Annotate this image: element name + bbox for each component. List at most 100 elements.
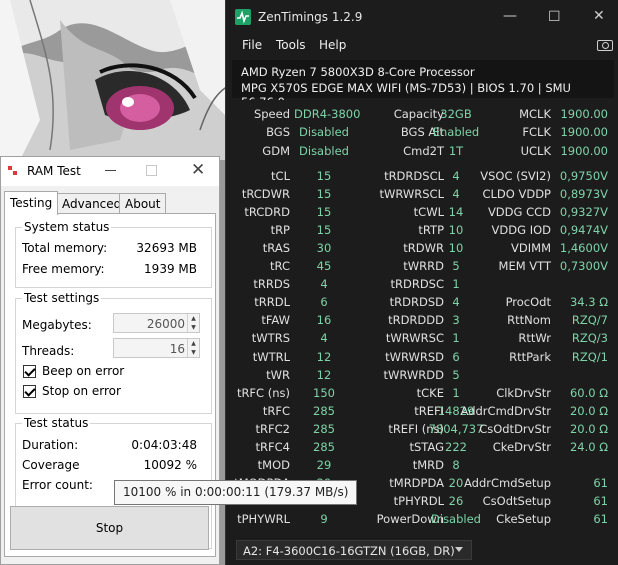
- minimize-icon[interactable]: [105, 170, 116, 171]
- timings-label-l1: tWR: [266, 367, 290, 382]
- total-memory-value: 32693 MB: [136, 241, 197, 255]
- menu-help[interactable]: Help: [319, 38, 346, 52]
- timings-value-v3: 20.0 Ω: [569, 421, 608, 436]
- timings-label-l3: CsOdtSetup: [482, 493, 551, 508]
- dimm-select-value: A2: F4-3600C16-16GTZN (16GB, DR): [243, 544, 455, 558]
- timings-label-l1: tRP: [270, 223, 290, 238]
- timings-value-v2: 7804,737: [428, 421, 484, 436]
- timings-value-v1: 30: [316, 241, 332, 256]
- timings-label-l1: tWTRS: [251, 331, 290, 346]
- stop-button[interactable]: Stop: [10, 506, 209, 550]
- timings-label-l1: tRFC2: [255, 421, 290, 436]
- stop-on-error-checkbox[interactable]: [23, 385, 36, 398]
- timings-label-l3: RttPark: [509, 349, 551, 364]
- tab-about[interactable]: About: [119, 193, 167, 214]
- timings-value-v1: 12: [316, 349, 332, 364]
- threads-value: 16: [169, 342, 185, 356]
- timings-value-v3: 0,8973V: [559, 187, 608, 202]
- timings-value-v2: 4: [452, 295, 460, 310]
- timings-label-l3: ClkDrvStr: [496, 385, 551, 400]
- minimize-icon[interactable]: —: [503, 8, 517, 24]
- error-count-label: Error count:: [22, 478, 93, 492]
- timings-label-l3: CLDO VDDP: [482, 187, 551, 202]
- timings-value-v2: 10: [448, 241, 464, 256]
- timings-value-v2: 26: [448, 493, 464, 508]
- screenshot-camera-icon[interactable]: [597, 40, 613, 51]
- top-label-l3: UCLK: [520, 143, 551, 158]
- timings-value-v3: RZQ/3: [571, 331, 608, 346]
- timings-value-v3: 60.0 Ω: [569, 385, 608, 400]
- system-status-group: System status: [15, 220, 212, 288]
- zentimings-title: ZenTimings 1.2.9: [258, 10, 363, 24]
- timings-value-v3: 0,9474V: [559, 223, 608, 238]
- tab-advanced[interactable]: Advanced: [56, 193, 128, 214]
- spin-down-icon[interactable]: ▼: [188, 323, 199, 332]
- maximize-icon[interactable]: [146, 165, 157, 176]
- system-info-panel: AMD Ryzen 7 5800X3D 8-Core Processor MPG…: [232, 60, 614, 109]
- timings-label-l1: tRRDS: [253, 277, 290, 292]
- top-value-v3: 1900.00: [560, 125, 608, 140]
- free-memory-value: 1939 MB: [144, 262, 197, 276]
- zentimings-logo-icon: [235, 9, 251, 25]
- close-icon[interactable]: ✕: [593, 8, 605, 24]
- timings-value-v3: 34.3 Ω: [569, 295, 608, 310]
- timings-label-l3: AddrCmdDrvStr: [460, 403, 551, 418]
- timings-label-l1: tMOD: [257, 457, 290, 472]
- system-status-title: System status: [22, 220, 112, 234]
- timings-label-l3: MEM VTT: [498, 259, 551, 274]
- megabytes-spin-arrows[interactable]: ▲ ▼: [187, 314, 199, 332]
- timings-value-v1: 45: [316, 259, 332, 274]
- duration-label: Duration:: [22, 438, 79, 452]
- timings-value-v1: 285: [313, 439, 335, 454]
- zentimings-titlebar[interactable]: ZenTimings 1.2.9 — ☐ ✕: [226, 0, 618, 34]
- timings-label-l1: tPHYWRL: [237, 511, 290, 526]
- timings-value-v2: 4: [452, 169, 460, 183]
- timings-value-v3: 0,9750V: [559, 169, 608, 183]
- timings-label-l3: VDIMM: [511, 241, 551, 256]
- beep-on-error-checkbox[interactable]: [23, 365, 36, 378]
- duration-value: 0:04:03:48: [131, 438, 197, 452]
- timings-label-l3: RttNom: [507, 313, 551, 328]
- top-label-l1: BGS: [266, 125, 290, 140]
- timings-grid: Speed DDR4-3800 Capacity 32GB MCLK 1900.00 BGS…: [232, 100, 614, 532]
- timings-value-v2: 8: [452, 457, 460, 472]
- timings-label-l1: tRFC (ns): [236, 385, 290, 400]
- menu-tools[interactable]: Tools: [276, 38, 306, 52]
- timings-value-v3: 61: [593, 475, 608, 490]
- timings-label-l1: tRCDRD: [244, 205, 290, 220]
- close-icon[interactable]: ✕: [191, 160, 205, 180]
- megabytes-label: Megabytes:: [22, 318, 92, 332]
- menu-file[interactable]: File: [242, 38, 262, 52]
- test-status-title: Test status: [22, 416, 91, 430]
- total-memory-label: Total memory:: [22, 241, 108, 255]
- timings-value-v1: 29: [316, 457, 332, 472]
- threads-stepper[interactable]: 16 ▲ ▼: [113, 338, 200, 358]
- chevron-down-icon: [455, 547, 463, 552]
- maximize-icon[interactable]: ☐: [548, 9, 561, 25]
- top-label-l3: FCLK: [522, 125, 551, 140]
- spin-up-icon[interactable]: ▲: [188, 339, 199, 348]
- timings-value-v2: 222: [445, 439, 467, 454]
- timings-label-l1: tRC: [270, 259, 290, 274]
- threads-label: Threads:: [22, 344, 75, 358]
- spin-up-icon[interactable]: ▲: [188, 314, 199, 323]
- timings-label-l1: tRAS: [262, 241, 290, 256]
- timings-value-v3: 61: [593, 493, 608, 508]
- timings-value-v3: 61: [593, 511, 608, 526]
- timings-label-l3: CsOdtDrvStr: [479, 421, 551, 436]
- tab-testing[interactable]: Testing: [4, 191, 59, 215]
- timings-label-l3: VDDG CCD: [487, 205, 551, 220]
- coverage-label: Coverage: [22, 458, 80, 472]
- timings-value-v3: 24.0 Ω: [569, 439, 608, 454]
- top-label-l1: GDM: [262, 143, 290, 158]
- timings-value-v1: 16: [316, 313, 332, 328]
- megabytes-stepper[interactable]: 26000 ▲ ▼: [113, 313, 200, 333]
- ramtest-titlebar[interactable]: RAM Test ✕: [1, 157, 219, 186]
- spin-down-icon[interactable]: ▼: [188, 348, 199, 357]
- timings-value-v3: RZQ/1: [571, 349, 608, 364]
- timings-value-v1: 15: [316, 169, 332, 183]
- timings-value-v3: 0,7300V: [559, 259, 608, 274]
- dimm-select-dropdown[interactable]: A2: F4-3600C16-16GTZN (16GB, DR): [236, 540, 472, 560]
- timings-value-v2: 5: [452, 367, 460, 382]
- threads-spin-arrows[interactable]: ▲ ▼: [187, 339, 199, 357]
